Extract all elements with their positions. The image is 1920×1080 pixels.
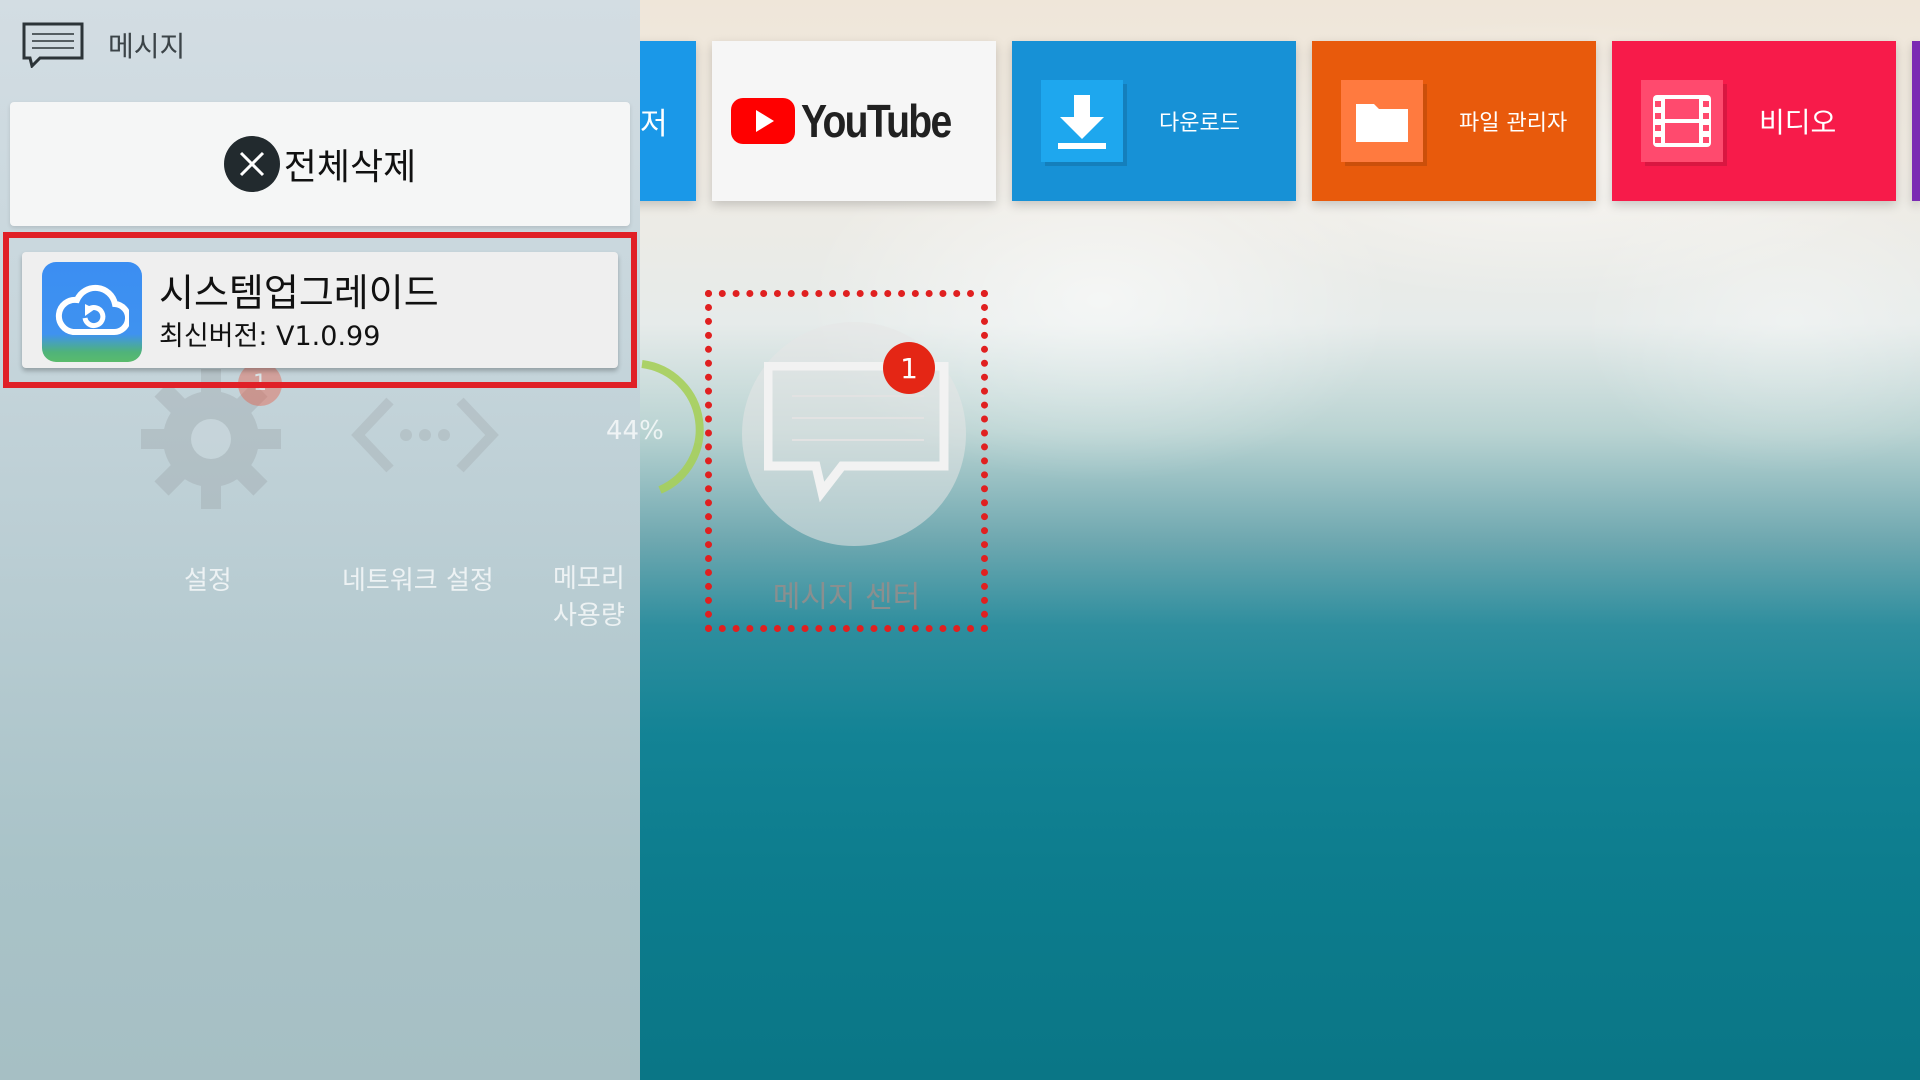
message-header-icon: [22, 22, 84, 68]
youtube-tile[interactable]: YouTube: [712, 41, 996, 201]
notification-panel: 메시지 1 설정 네트워크 설정 44% 메모리 사용량 전체삭제 시스템업그레…: [0, 0, 664, 1080]
clear-all-button[interactable]: 전체삭제: [10, 102, 630, 226]
video-tile[interactable]: 비디오: [1612, 41, 1896, 201]
settings-label: 설정: [184, 566, 232, 596]
close-icon: [223, 136, 280, 192]
message-center-button[interactable]: 1 메시지 센터: [705, 290, 988, 632]
youtube-play-icon: [731, 98, 796, 144]
download-icon: [1041, 80, 1123, 162]
memory-usage-arc: [641, 360, 704, 494]
video-tile-label: 비디오: [1759, 106, 1837, 139]
folder-icon: [1341, 80, 1423, 162]
network-icon: [351, 397, 499, 473]
next-tile-edge[interactable]: [1912, 41, 1920, 201]
youtube-wordmark: YouTube: [801, 95, 952, 147]
network-settings-label: 네트워크 설정: [342, 566, 494, 596]
panel-header: 메시지: [22, 22, 185, 68]
cloud-upgrade-icon: [42, 262, 142, 362]
file-manager-tile-label: 파일 관리자: [1459, 111, 1568, 136]
notification-title: 시스템업그레이드: [159, 271, 439, 315]
download-tile[interactable]: 다운로드: [1012, 41, 1296, 201]
message-center-circle: [742, 322, 966, 546]
panel-title: 메시지: [108, 30, 186, 63]
message-center-label: 메시지 센터: [772, 580, 921, 615]
browser-tile-label: 저: [640, 107, 668, 142]
youtube-logo: YouTube: [731, 94, 977, 148]
clear-all-label: 전체삭제: [283, 147, 417, 188]
message-count-badge: 1: [883, 342, 935, 394]
download-tile-label: 다운로드: [1159, 111, 1240, 136]
memory-usage-label: 메모리 사용량: [553, 564, 625, 631]
system-upgrade-notification[interactable]: 시스템업그레이드 최신버전: V1.0.99: [22, 252, 618, 368]
notification-version: 최신버전: V1.0.99: [159, 321, 381, 352]
file-manager-tile[interactable]: 파일 관리자: [1312, 41, 1596, 201]
film-icon: [1641, 80, 1723, 162]
